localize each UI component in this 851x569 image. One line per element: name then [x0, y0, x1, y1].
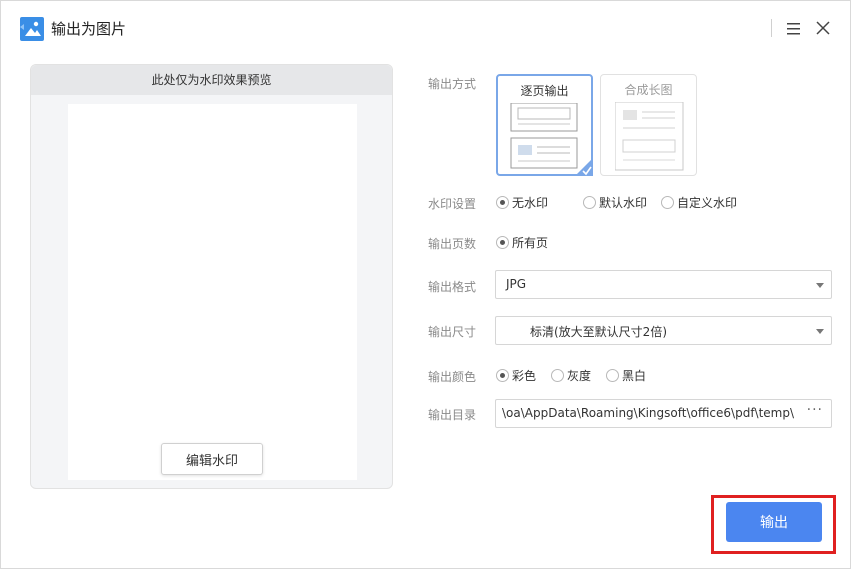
preview-header: 此处仅为水印效果预览: [31, 65, 392, 95]
size-select[interactable]: 标清(放大至默认尺寸2倍): [495, 316, 832, 345]
export-to-image-dialog: 输出为图片 此处仅为水印效果预览 编辑水印 输出方式 逐页输出 合成长图 水印设…: [0, 0, 851, 569]
radio-all-pages[interactable]: 所有页: [496, 234, 548, 251]
radio-label: 无水印: [512, 196, 549, 210]
radio-dot: [583, 196, 597, 209]
pages-radio-group: 所有页: [496, 234, 548, 251]
export-button[interactable]: 输出: [726, 502, 822, 542]
format-label: 输出格式: [428, 280, 477, 294]
title-divider: [771, 19, 772, 37]
radio-dot: [661, 196, 675, 209]
radio-label: 自定义水印: [677, 196, 738, 210]
window-title: 输出为图片: [51, 20, 127, 38]
radio-dot: [606, 369, 620, 382]
radio-color[interactable]: 彩色: [496, 367, 536, 384]
mode-option-label: 合成长图: [624, 83, 673, 97]
radio-dot: [496, 236, 509, 249]
pages-label: 输出页数: [428, 237, 477, 251]
radio-black-white[interactable]: 黑白: [606, 367, 646, 384]
radio-label: 彩色: [512, 369, 537, 383]
preview-page: [68, 104, 357, 480]
image-app-icon: [20, 17, 44, 41]
edit-watermark-button[interactable]: 编辑水印: [161, 443, 263, 475]
format-value: JPG: [506, 277, 527, 291]
hamburger-menu-icon[interactable]: [785, 20, 803, 38]
mode-label: 输出方式: [428, 77, 477, 91]
radio-dot: [496, 196, 509, 209]
watermark-radio-group: 无水印 默认水印 自定义水印: [496, 194, 737, 211]
radio-default-watermark[interactable]: 默认水印: [583, 194, 647, 211]
color-radio-group: 彩色 灰度 黑白: [496, 367, 646, 384]
radio-dot: [496, 369, 509, 382]
mode-option-per-page[interactable]: 逐页输出: [496, 74, 593, 176]
checkmark-icon: [575, 158, 593, 176]
radio-dot: [551, 369, 565, 382]
radio-no-watermark[interactable]: 无水印: [496, 194, 548, 211]
mode-option-long-image[interactable]: 合成长图: [600, 74, 697, 176]
chevron-down-icon: [816, 329, 824, 334]
radio-label: 默认水印: [599, 196, 648, 210]
chevron-down-icon: [816, 283, 824, 288]
directory-value: \oa\AppData\Roaming\Kingsoft\office6\pdf…: [502, 406, 795, 420]
long-image-layout-icon: [615, 102, 684, 171]
radio-label: 黑白: [622, 369, 647, 383]
format-select[interactable]: JPG: [495, 270, 832, 299]
radio-custom-watermark[interactable]: 自定义水印: [661, 194, 737, 211]
title-bar: 输出为图片: [1, 1, 850, 55]
color-label: 输出颜色: [428, 370, 477, 384]
size-label: 输出尺寸: [428, 325, 477, 339]
output-directory-field[interactable]: \oa\AppData\Roaming\Kingsoft\office6\pdf…: [495, 399, 832, 428]
close-icon[interactable]: [814, 19, 832, 37]
mode-option-label: 逐页输出: [520, 84, 569, 98]
size-value: 标清(放大至默认尺寸2倍): [530, 325, 667, 339]
watermark-label: 水印设置: [428, 197, 477, 211]
directory-label: 输出目录: [428, 408, 477, 422]
ellipsis-icon[interactable]: ···: [807, 402, 823, 418]
per-page-layout-icon: [510, 103, 578, 169]
radio-grayscale[interactable]: 灰度: [551, 367, 591, 384]
radio-label: 所有页: [512, 236, 549, 250]
radio-label: 灰度: [567, 369, 592, 383]
watermark-preview-panel: 此处仅为水印效果预览 编辑水印: [30, 64, 393, 489]
